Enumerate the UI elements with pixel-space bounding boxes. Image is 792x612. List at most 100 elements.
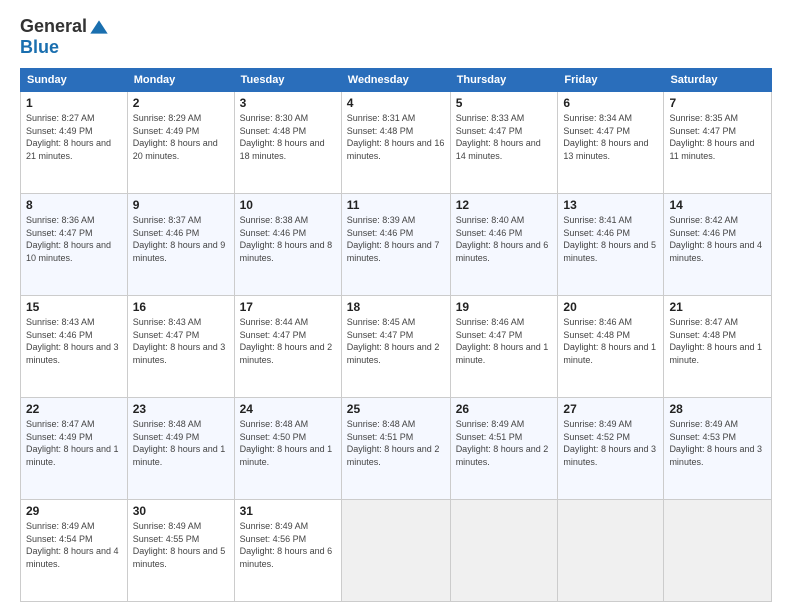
calendar-week-row: 15 Sunrise: 8:43 AM Sunset: 4:46 PM Dayl… — [21, 296, 772, 398]
table-row: 29 Sunrise: 8:49 AM Sunset: 4:54 PM Dayl… — [21, 500, 128, 602]
table-row: 25 Sunrise: 8:48 AM Sunset: 4:51 PM Dayl… — [341, 398, 450, 500]
day-info: Sunrise: 8:48 AM Sunset: 4:49 PM Dayligh… — [133, 419, 226, 467]
day-info: Sunrise: 8:29 AM Sunset: 4:49 PM Dayligh… — [133, 113, 218, 161]
table-row: 1 Sunrise: 8:27 AM Sunset: 4:49 PM Dayli… — [21, 92, 128, 194]
calendar-header-row: Sunday Monday Tuesday Wednesday Thursday… — [21, 69, 772, 92]
table-row: 30 Sunrise: 8:49 AM Sunset: 4:55 PM Dayl… — [127, 500, 234, 602]
table-row — [558, 500, 664, 602]
calendar-week-row: 22 Sunrise: 8:47 AM Sunset: 4:49 PM Dayl… — [21, 398, 772, 500]
page: General Blue Sunday Monday Tuesday Wedne… — [0, 0, 792, 612]
day-info: Sunrise: 8:48 AM Sunset: 4:51 PM Dayligh… — [347, 419, 440, 467]
calendar-week-row: 29 Sunrise: 8:49 AM Sunset: 4:54 PM Dayl… — [21, 500, 772, 602]
day-info: Sunrise: 8:33 AM Sunset: 4:47 PM Dayligh… — [456, 113, 541, 161]
day-number: 13 — [563, 198, 658, 212]
day-number: 25 — [347, 402, 445, 416]
table-row: 8 Sunrise: 8:36 AM Sunset: 4:47 PM Dayli… — [21, 194, 128, 296]
col-wednesday: Wednesday — [341, 69, 450, 92]
day-info: Sunrise: 8:31 AM Sunset: 4:48 PM Dayligh… — [347, 113, 445, 161]
day-info: Sunrise: 8:49 AM Sunset: 4:51 PM Dayligh… — [456, 419, 549, 467]
table-row: 14 Sunrise: 8:42 AM Sunset: 4:46 PM Dayl… — [664, 194, 772, 296]
table-row: 16 Sunrise: 8:43 AM Sunset: 4:47 PM Dayl… — [127, 296, 234, 398]
day-info: Sunrise: 8:42 AM Sunset: 4:46 PM Dayligh… — [669, 215, 762, 263]
day-number: 18 — [347, 300, 445, 314]
col-monday: Monday — [127, 69, 234, 92]
day-info: Sunrise: 8:43 AM Sunset: 4:46 PM Dayligh… — [26, 317, 119, 365]
day-info: Sunrise: 8:46 AM Sunset: 4:48 PM Dayligh… — [563, 317, 656, 365]
day-info: Sunrise: 8:49 AM Sunset: 4:54 PM Dayligh… — [26, 521, 119, 569]
day-number: 6 — [563, 96, 658, 110]
calendar: Sunday Monday Tuesday Wednesday Thursday… — [20, 68, 772, 602]
logo: General Blue — [20, 16, 109, 58]
table-row: 17 Sunrise: 8:44 AM Sunset: 4:47 PM Dayl… — [234, 296, 341, 398]
day-info: Sunrise: 8:37 AM Sunset: 4:46 PM Dayligh… — [133, 215, 226, 263]
table-row: 11 Sunrise: 8:39 AM Sunset: 4:46 PM Dayl… — [341, 194, 450, 296]
day-number: 9 — [133, 198, 229, 212]
day-number: 11 — [347, 198, 445, 212]
calendar-week-row: 1 Sunrise: 8:27 AM Sunset: 4:49 PM Dayli… — [21, 92, 772, 194]
day-info: Sunrise: 8:47 AM Sunset: 4:49 PM Dayligh… — [26, 419, 119, 467]
day-info: Sunrise: 8:38 AM Sunset: 4:46 PM Dayligh… — [240, 215, 333, 263]
day-number: 30 — [133, 504, 229, 518]
day-info: Sunrise: 8:48 AM Sunset: 4:50 PM Dayligh… — [240, 419, 333, 467]
day-number: 5 — [456, 96, 553, 110]
day-info: Sunrise: 8:49 AM Sunset: 4:55 PM Dayligh… — [133, 521, 226, 569]
day-number: 3 — [240, 96, 336, 110]
logo-text: General — [20, 16, 109, 37]
day-number: 2 — [133, 96, 229, 110]
logo-icon — [89, 17, 109, 37]
day-number: 15 — [26, 300, 122, 314]
day-number: 21 — [669, 300, 766, 314]
table-row: 7 Sunrise: 8:35 AM Sunset: 4:47 PM Dayli… — [664, 92, 772, 194]
day-number: 1 — [26, 96, 122, 110]
header: General Blue — [20, 16, 772, 58]
day-info: Sunrise: 8:34 AM Sunset: 4:47 PM Dayligh… — [563, 113, 648, 161]
day-info: Sunrise: 8:44 AM Sunset: 4:47 PM Dayligh… — [240, 317, 333, 365]
day-number: 7 — [669, 96, 766, 110]
day-number: 24 — [240, 402, 336, 416]
day-number: 8 — [26, 198, 122, 212]
table-row — [664, 500, 772, 602]
day-info: Sunrise: 8:47 AM Sunset: 4:48 PM Dayligh… — [669, 317, 762, 365]
day-number: 27 — [563, 402, 658, 416]
table-row: 26 Sunrise: 8:49 AM Sunset: 4:51 PM Dayl… — [450, 398, 558, 500]
day-info: Sunrise: 8:49 AM Sunset: 4:52 PM Dayligh… — [563, 419, 656, 467]
table-row: 10 Sunrise: 8:38 AM Sunset: 4:46 PM Dayl… — [234, 194, 341, 296]
table-row: 15 Sunrise: 8:43 AM Sunset: 4:46 PM Dayl… — [21, 296, 128, 398]
day-number: 26 — [456, 402, 553, 416]
day-number: 28 — [669, 402, 766, 416]
table-row: 24 Sunrise: 8:48 AM Sunset: 4:50 PM Dayl… — [234, 398, 341, 500]
table-row: 4 Sunrise: 8:31 AM Sunset: 4:48 PM Dayli… — [341, 92, 450, 194]
table-row: 13 Sunrise: 8:41 AM Sunset: 4:46 PM Dayl… — [558, 194, 664, 296]
col-thursday: Thursday — [450, 69, 558, 92]
day-info: Sunrise: 8:41 AM Sunset: 4:46 PM Dayligh… — [563, 215, 656, 263]
day-info: Sunrise: 8:39 AM Sunset: 4:46 PM Dayligh… — [347, 215, 440, 263]
day-info: Sunrise: 8:49 AM Sunset: 4:53 PM Dayligh… — [669, 419, 762, 467]
day-number: 31 — [240, 504, 336, 518]
day-number: 14 — [669, 198, 766, 212]
table-row — [450, 500, 558, 602]
table-row: 12 Sunrise: 8:40 AM Sunset: 4:46 PM Dayl… — [450, 194, 558, 296]
table-row: 23 Sunrise: 8:48 AM Sunset: 4:49 PM Dayl… — [127, 398, 234, 500]
col-tuesday: Tuesday — [234, 69, 341, 92]
table-row — [341, 500, 450, 602]
table-row: 2 Sunrise: 8:29 AM Sunset: 4:49 PM Dayli… — [127, 92, 234, 194]
day-info: Sunrise: 8:43 AM Sunset: 4:47 PM Dayligh… — [133, 317, 226, 365]
day-info: Sunrise: 8:30 AM Sunset: 4:48 PM Dayligh… — [240, 113, 325, 161]
day-info: Sunrise: 8:46 AM Sunset: 4:47 PM Dayligh… — [456, 317, 549, 365]
col-friday: Friday — [558, 69, 664, 92]
day-info: Sunrise: 8:45 AM Sunset: 4:47 PM Dayligh… — [347, 317, 440, 365]
logo-general: General — [20, 16, 87, 37]
table-row: 31 Sunrise: 8:49 AM Sunset: 4:56 PM Dayl… — [234, 500, 341, 602]
day-info: Sunrise: 8:27 AM Sunset: 4:49 PM Dayligh… — [26, 113, 111, 161]
day-info: Sunrise: 8:40 AM Sunset: 4:46 PM Dayligh… — [456, 215, 549, 263]
table-row: 22 Sunrise: 8:47 AM Sunset: 4:49 PM Dayl… — [21, 398, 128, 500]
day-number: 16 — [133, 300, 229, 314]
logo-blue: Blue — [20, 37, 59, 58]
table-row: 9 Sunrise: 8:37 AM Sunset: 4:46 PM Dayli… — [127, 194, 234, 296]
table-row: 21 Sunrise: 8:47 AM Sunset: 4:48 PM Dayl… — [664, 296, 772, 398]
col-saturday: Saturday — [664, 69, 772, 92]
day-number: 4 — [347, 96, 445, 110]
calendar-week-row: 8 Sunrise: 8:36 AM Sunset: 4:47 PM Dayli… — [21, 194, 772, 296]
table-row: 19 Sunrise: 8:46 AM Sunset: 4:47 PM Dayl… — [450, 296, 558, 398]
table-row: 6 Sunrise: 8:34 AM Sunset: 4:47 PM Dayli… — [558, 92, 664, 194]
